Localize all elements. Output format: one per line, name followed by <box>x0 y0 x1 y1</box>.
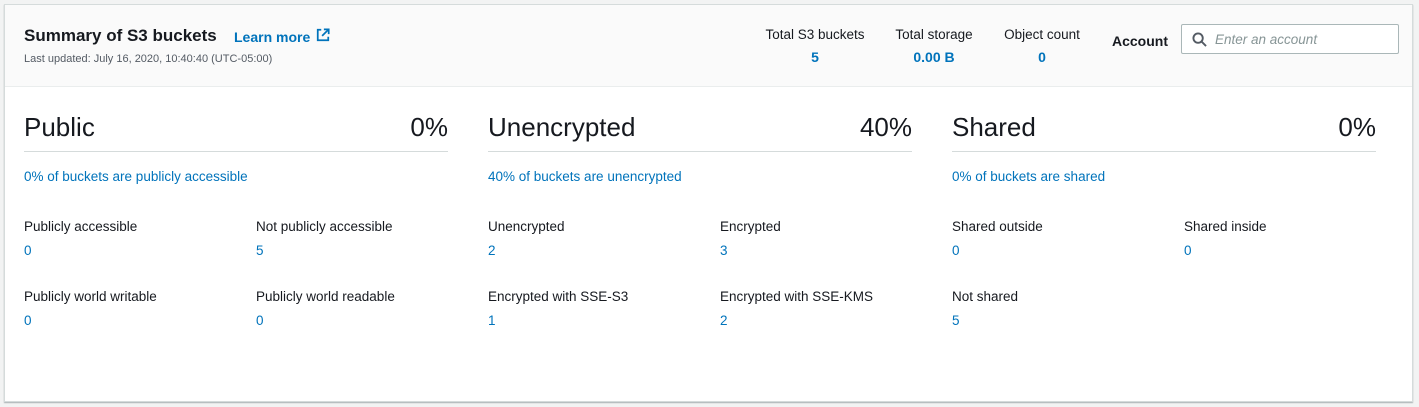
section-divider <box>952 151 1376 152</box>
metric-encrypted-sse-s3: Encrypted with SSE-S3 1 <box>488 289 628 328</box>
metric-value[interactable]: 0 <box>1184 243 1267 258</box>
metric-encrypted-sse-kms: Encrypted with SSE-KMS 2 <box>720 289 873 328</box>
metric-label: Publicly accessible <box>24 219 138 234</box>
last-updated: Last updated: July 16, 2020, 10:40:40 (U… <box>24 53 273 65</box>
metric-value[interactable]: 0 <box>24 313 157 328</box>
section-title: Public <box>24 112 95 142</box>
external-link-icon <box>316 28 330 45</box>
account-search-input[interactable] <box>1215 29 1391 49</box>
metric-value[interactable]: 5 <box>256 243 393 258</box>
metric-value[interactable]: 5 <box>952 313 1018 328</box>
metric-label: Shared inside <box>1184 219 1267 234</box>
section-title: Shared <box>952 112 1036 142</box>
stat-total-storage: Total storage 0.00 B <box>890 27 978 65</box>
summary-header: Summary of S3 buckets Learn more Last up… <box>5 5 1412 87</box>
summary-title: Summary of S3 buckets <box>24 26 217 45</box>
stat-value: 0 <box>1038 49 1046 65</box>
account-search-box[interactable] <box>1181 24 1399 54</box>
public-section: Public 0% 0% of buckets are publicly acc… <box>24 87 448 387</box>
metric-label: Publicly world writable <box>24 289 157 304</box>
metric-label: Not publicly accessible <box>256 219 393 234</box>
section-summary-link[interactable]: 40% of buckets are unencrypted <box>488 169 682 184</box>
s3-summary-panel: Summary of S3 buckets Learn more Last up… <box>4 4 1413 402</box>
metric-not-publicly-accessible: Not publicly accessible 5 <box>256 219 393 258</box>
metric-value[interactable]: 3 <box>720 243 781 258</box>
metric-shared-outside: Shared outside 0 <box>952 219 1043 258</box>
stat-label: Total S3 buckets <box>765 27 865 42</box>
metric-publicly-world-writable: Publicly world writable 0 <box>24 289 157 328</box>
section-summary-link[interactable]: 0% of buckets are shared <box>952 169 1105 184</box>
metric-value[interactable]: 2 <box>488 243 565 258</box>
stat-value: 5 <box>811 49 819 65</box>
account-label: Account <box>1112 33 1168 49</box>
metric-label: Encrypted <box>720 219 781 234</box>
learn-more-label: Learn more <box>234 28 311 45</box>
section-divider <box>24 151 448 152</box>
metric-label: Publicly world readable <box>256 289 395 304</box>
stat-object-count: Object count 0 <box>998 27 1086 65</box>
metric-value[interactable]: 0 <box>256 313 395 328</box>
metric-shared-inside: Shared inside 0 <box>1184 219 1267 258</box>
metric-label: Encrypted with SSE-KMS <box>720 289 874 304</box>
metric-publicly-world-readable: Publicly world readable 0 <box>256 289 395 328</box>
section-title: Unencrypted <box>488 112 636 142</box>
metric-label: Unencrypted <box>488 219 565 234</box>
metric-value[interactable]: 1 <box>488 313 628 328</box>
metric-label: Encrypted with SSE-S3 <box>488 289 629 304</box>
section-divider <box>488 151 912 152</box>
metric-value[interactable]: 2 <box>720 313 873 328</box>
stat-value: 0.00 B <box>913 49 955 65</box>
section-percent: 0% <box>1338 112 1376 142</box>
stat-label: Object count <box>1004 27 1080 42</box>
metric-label: Not shared <box>952 289 1019 304</box>
metric-unencrypted: Unencrypted 2 <box>488 219 565 258</box>
section-summary-link[interactable]: 0% of buckets are publicly accessible <box>24 169 248 184</box>
learn-more-link[interactable]: Learn more <box>234 28 330 45</box>
metric-label: Shared outside <box>952 219 1043 234</box>
stat-total-buckets: Total S3 buckets 5 <box>762 27 868 65</box>
stat-label: Total storage <box>895 27 973 42</box>
metric-value[interactable]: 0 <box>24 243 137 258</box>
metric-not-shared: Not shared 5 <box>952 289 1018 328</box>
shared-section: Shared 0% 0% of buckets are shared Share… <box>952 87 1376 387</box>
metric-publicly-accessible: Publicly accessible 0 <box>24 219 137 258</box>
section-percent: 0% <box>410 112 448 142</box>
metric-value[interactable]: 0 <box>952 243 1043 258</box>
unencrypted-section: Unencrypted 40% 40% of buckets are unenc… <box>488 87 912 387</box>
section-percent: 40% <box>859 112 912 142</box>
metric-encrypted: Encrypted 3 <box>720 219 781 258</box>
